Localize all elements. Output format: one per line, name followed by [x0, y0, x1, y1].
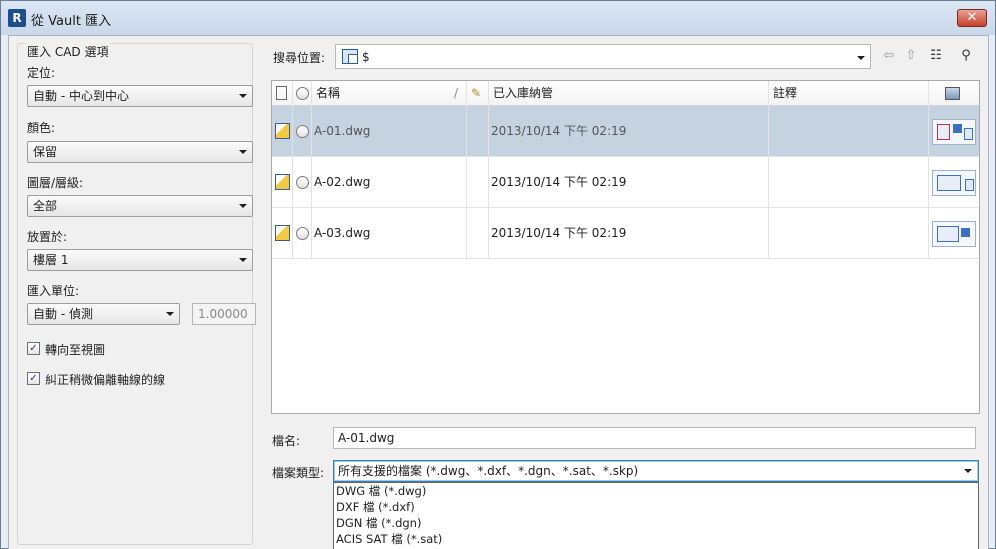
chevron-down-icon [239, 204, 247, 208]
correct-lines-checkbox[interactable]: ✓ [27, 372, 40, 385]
radio-icon [296, 87, 309, 100]
place-at-value: 樓層 1 [33, 253, 69, 267]
back-icon[interactable]: ⇦ [881, 47, 897, 65]
name-column-header[interactable]: 名稱 / [312, 81, 467, 106]
file-type-option[interactable]: DGN 檔 (*.dgn) [334, 515, 978, 531]
drawing-thumbnail-icon [932, 170, 976, 196]
chevron-down-icon [239, 258, 247, 262]
positioning-select[interactable]: 自動 - 中心到中心 [27, 85, 253, 107]
title-bar: R 從 Vault 匯入 ✕ [1, 1, 995, 35]
file-date: 2013/10/14 下午 02:19 [489, 208, 769, 259]
status-column-header[interactable] [293, 81, 312, 106]
comments-column-label: 註釋 [773, 86, 798, 100]
drawing-thumbnail-icon [932, 119, 976, 145]
image-icon [945, 87, 960, 100]
place-at-label: 放置於: [27, 230, 68, 244]
cell-edit [467, 208, 489, 259]
file-type-select[interactable]: 所有支援的檔案 (*.dwg、*.dxf、*.dgn、*.sat、*.skp) [333, 460, 979, 482]
status-radio-icon [296, 176, 309, 189]
file-date: 2013/10/14 下午 02:19 [489, 157, 769, 208]
colors-label: 顏色: [27, 121, 56, 135]
edit-column-header[interactable]: ✎ [467, 81, 489, 106]
up-folder-icon[interactable]: ⇧ [903, 47, 919, 65]
chevron-down-icon [964, 469, 972, 473]
file-row[interactable]: A-03.dwg 2013/10/14 下午 02:19 [272, 208, 979, 259]
file-name: A-02.dwg [312, 157, 467, 208]
comments-column-header[interactable]: 註釋 [769, 81, 929, 106]
sort-indicator-icon: / [453, 86, 458, 100]
dwg-file-icon [275, 123, 290, 139]
name-column-label: 名稱 [316, 86, 341, 100]
file-type-option[interactable]: DXF 檔 (*.dxf) [334, 499, 978, 515]
cell-status [293, 208, 312, 259]
checked-in-column-label: 已入庫納管 [493, 86, 554, 100]
import-units-select[interactable]: 自動 - 偵測 [27, 303, 180, 325]
dwg-file-icon [275, 225, 290, 241]
look-in-label: 搜尋位置: [273, 51, 326, 65]
dwg-file-icon [275, 174, 290, 190]
views-menu-icon[interactable]: ☷ [924, 47, 948, 65]
file-name: A-01.dwg [312, 106, 467, 157]
look-in-value: $ [362, 50, 370, 64]
status-radio-icon [296, 125, 309, 138]
pencil-icon: ✎ [471, 86, 482, 100]
file-row[interactable]: A-02.dwg 2013/10/14 下午 02:19 [272, 157, 979, 208]
document-icon [276, 86, 287, 100]
status-radio-icon [296, 227, 309, 240]
cell-icon [272, 106, 293, 157]
file-type-option[interactable]: DWG 檔 (*.dwg) [334, 483, 978, 499]
file-comments [769, 106, 929, 157]
drawing-thumbnail-icon [932, 221, 976, 247]
doc-column-header[interactable] [272, 81, 293, 106]
dialog-body: 匯入 CAD 選項 定位: 自動 - 中心到中心 顏色: 保留 圖層/層級: 全… [8, 35, 989, 549]
colors-value: 保留 [33, 145, 58, 159]
file-type-label: 檔案類型: [272, 466, 325, 480]
file-list-header: 名稱 / ✎ 已入庫納管 註釋 [272, 81, 979, 106]
file-type-option[interactable]: ACIS SAT 檔 (*.sat) [334, 531, 978, 547]
file-name-label: 檔名: [272, 434, 301, 448]
cell-icon [272, 157, 293, 208]
binoculars-icon[interactable]: ⚲ [956, 47, 976, 65]
cell-icon [272, 208, 293, 259]
orient-to-view-label: 轉向至視圖 [45, 343, 106, 357]
file-comments [769, 208, 929, 259]
cell-edit [467, 106, 489, 157]
file-name-input[interactable]: A-01.dwg [333, 427, 976, 449]
import-scale-input: 1.00000 [192, 303, 256, 325]
thumbnail-column-header[interactable] [929, 81, 979, 106]
import-options-title: 匯入 CAD 選項 [25, 43, 111, 60]
import-units-value: 自動 - 偵測 [33, 307, 93, 321]
file-type-value: 所有支援的檔案 (*.dwg、*.dxf、*.dgn、*.sat、*.skp) [338, 464, 639, 478]
chevron-down-icon [857, 56, 865, 60]
revit-app-icon: R [8, 9, 26, 27]
cell-status [293, 157, 312, 208]
vault-folder-icon [342, 49, 358, 64]
layers-select[interactable]: 全部 [27, 195, 253, 217]
file-row[interactable]: A-01.dwg 2013/10/14 下午 02:19 [272, 106, 979, 157]
look-in-select[interactable]: $ [335, 44, 871, 69]
close-button[interactable]: ✕ [957, 9, 987, 27]
correct-lines-label: 糾正稍微偏離軸線的線 [45, 373, 166, 387]
import-units-label: 匯入單位: [27, 284, 80, 298]
layers-value: 全部 [33, 199, 58, 213]
file-type-dropdown: DWG 檔 (*.dwg) DXF 檔 (*.dxf) DGN 檔 (*.dgn… [333, 482, 979, 549]
import-from-vault-dialog: R 從 Vault 匯入 ✕ 匯入 CAD 選項 定位: 自動 - 中心到中心 … [0, 0, 996, 549]
file-date: 2013/10/14 下午 02:19 [489, 106, 769, 157]
checked-in-column-header[interactable]: 已入庫納管 [489, 81, 769, 106]
file-name: A-03.dwg [312, 208, 467, 259]
cell-edit [467, 157, 489, 208]
positioning-label: 定位: [27, 66, 56, 80]
orient-to-view-checkbox[interactable]: ✓ [27, 342, 40, 355]
colors-select[interactable]: 保留 [27, 141, 253, 163]
layers-label: 圖層/層級: [27, 176, 84, 190]
chevron-down-icon [239, 94, 247, 98]
chevron-down-icon [166, 312, 174, 316]
place-at-select[interactable]: 樓層 1 [27, 249, 253, 271]
chevron-down-icon [239, 150, 247, 154]
file-list[interactable]: 名稱 / ✎ 已入庫納管 註釋 A-01.dwg 2013/10/14 下午 02… [271, 80, 980, 414]
cell-status [293, 106, 312, 157]
window-title: 從 Vault 匯入 [31, 14, 112, 29]
positioning-value: 自動 - 中心到中心 [33, 89, 129, 103]
file-comments [769, 157, 929, 208]
